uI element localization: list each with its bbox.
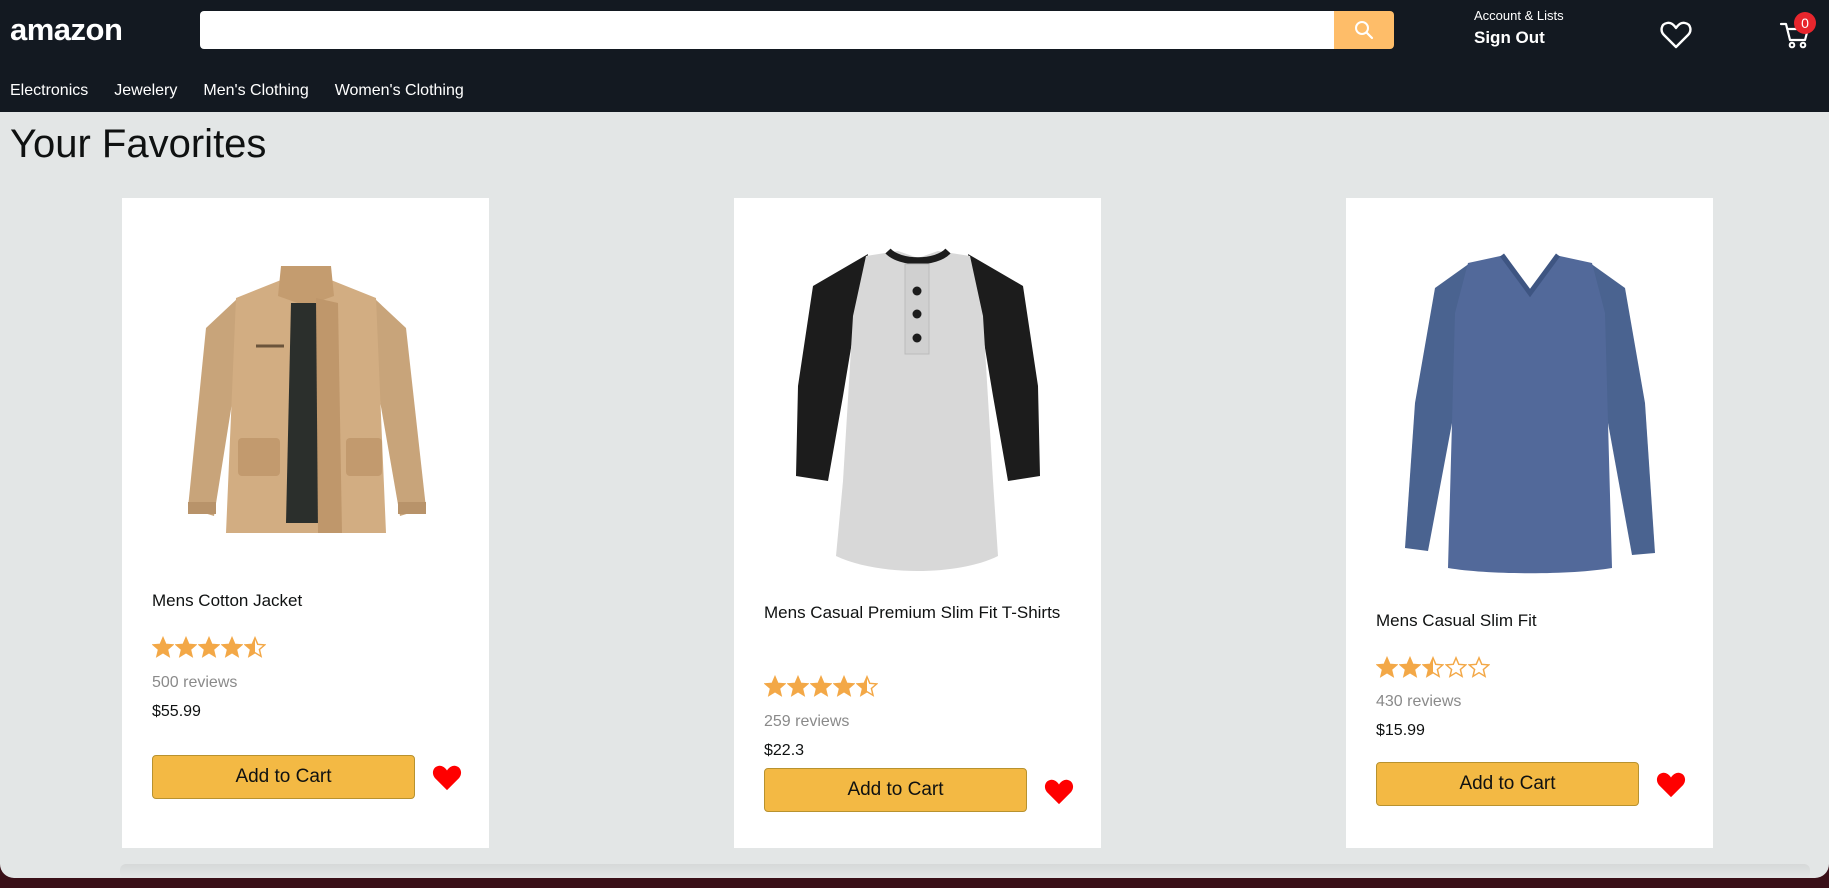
sign-out-link[interactable]: Sign Out	[1474, 28, 1564, 48]
star-icon	[1468, 656, 1490, 678]
product-image[interactable]	[122, 258, 489, 543]
product-price: $22.3	[764, 742, 805, 759]
star-icon	[833, 675, 855, 697]
product-name[interactable]: Mens Cotton Jacket	[152, 588, 462, 614]
product-card: Mens Casual Premium Slim Fit T-Shirts 25…	[734, 198, 1101, 848]
top-header: amazon Account & Lists Sign Out 0 Electr…	[0, 0, 1829, 112]
search-button[interactable]	[1334, 11, 1394, 49]
star-icon	[1399, 656, 1421, 678]
app-window: amazon Account & Lists Sign Out 0 Electr…	[0, 0, 1829, 878]
henley-shirt-image	[795, 248, 1040, 571]
heart-filled-icon	[432, 765, 462, 790]
product-name[interactable]: Mens Casual Premium Slim Fit T-Shirts	[764, 600, 1074, 626]
star-icon	[198, 636, 220, 658]
account-lists-label: Account & Lists	[1474, 8, 1564, 23]
rating-stars	[764, 675, 878, 697]
favorite-toggle-button[interactable]	[1042, 777, 1076, 809]
add-to-cart-button[interactable]: Add to Cart	[764, 768, 1027, 812]
star-icon	[856, 675, 878, 697]
nav-item-jewelery[interactable]: Jewelery	[114, 82, 177, 100]
product-card: Mens Casual Slim Fit 430 reviews $15.99 …	[1346, 198, 1713, 848]
star-icon	[764, 675, 786, 697]
star-icon	[175, 636, 197, 658]
star-icon	[1445, 656, 1467, 678]
rating-stars	[1376, 656, 1490, 678]
add-to-cart-button[interactable]: Add to Cart	[1376, 762, 1639, 806]
favorite-toggle-button[interactable]	[1654, 770, 1688, 802]
bottom-shadow	[120, 864, 1810, 878]
star-icon	[221, 636, 243, 658]
review-count: 430 reviews	[1376, 693, 1462, 710]
review-count: 500 reviews	[152, 674, 238, 691]
page-title: Your Favorites	[10, 122, 267, 166]
nav-item-womens-clothing[interactable]: Women's Clothing	[335, 82, 464, 100]
product-price: $15.99	[1376, 722, 1425, 739]
search-input[interactable]	[200, 11, 1334, 49]
account-menu[interactable]: Account & Lists Sign Out	[1474, 8, 1564, 48]
star-icon	[152, 636, 174, 658]
jacket-image	[187, 266, 426, 533]
rating-stars	[152, 636, 266, 658]
review-count: 259 reviews	[764, 713, 850, 730]
star-icon	[787, 675, 809, 697]
product-image[interactable]	[1346, 253, 1713, 578]
product-card: Mens Cotton Jacket 500 reviews $55.99 Ad…	[122, 198, 489, 848]
star-icon	[1422, 656, 1444, 678]
nav-item-mens-clothing[interactable]: Men's Clothing	[203, 82, 308, 100]
star-icon	[1376, 656, 1398, 678]
favorite-toggle-button[interactable]	[430, 763, 464, 795]
heart-outline-icon	[1660, 21, 1692, 49]
heart-filled-icon	[1044, 779, 1074, 804]
nav-item-electronics[interactable]: Electronics	[10, 82, 88, 100]
product-price: $55.99	[152, 703, 201, 720]
add-to-cart-button[interactable]: Add to Cart	[152, 755, 415, 799]
product-name[interactable]: Mens Casual Slim Fit	[1376, 608, 1686, 634]
long-sleeve-shirt-image	[1404, 253, 1655, 574]
amazon-logo[interactable]: amazon	[10, 12, 123, 48]
star-icon	[810, 675, 832, 697]
search-icon	[1355, 21, 1374, 40]
category-nav: Electronics Jewelery Men's Clothing Wome…	[10, 82, 464, 100]
heart-filled-icon	[1656, 772, 1686, 797]
product-image[interactable]	[734, 246, 1101, 581]
search-bar	[200, 11, 1394, 49]
wishlist-button[interactable]	[1659, 20, 1693, 52]
cart-count-badge: 0	[1794, 12, 1816, 34]
star-icon	[244, 636, 266, 658]
